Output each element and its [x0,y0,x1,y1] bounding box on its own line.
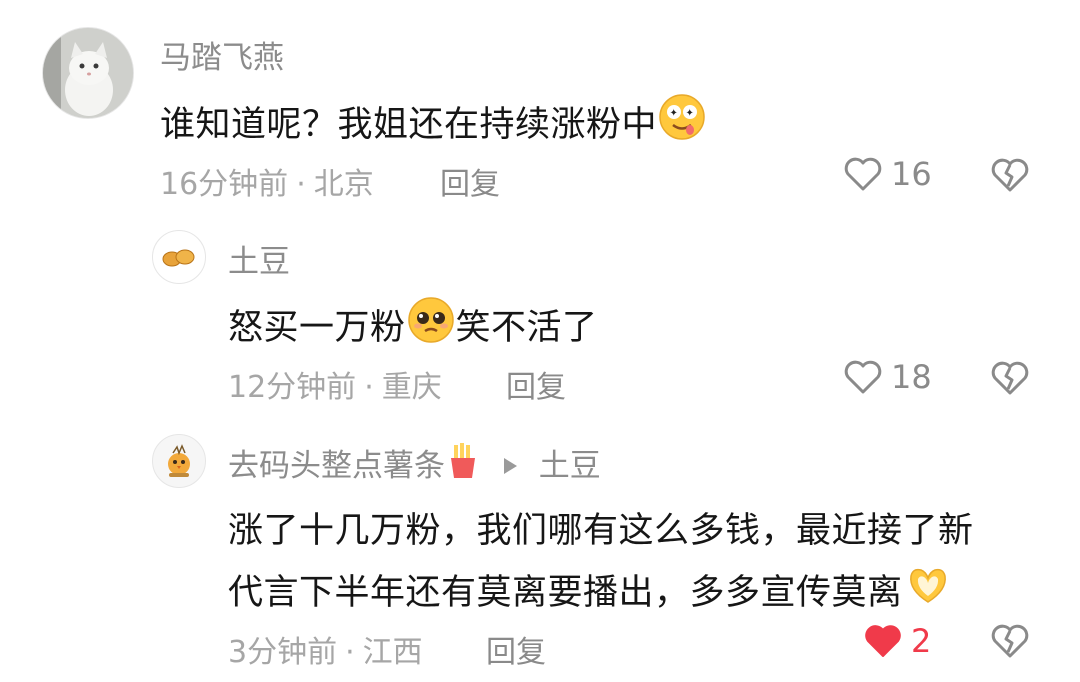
comment-1-reply-button[interactable]: 回复 [440,159,500,203]
meta-separator: · [296,167,306,202]
comment-1-text: 谁知道呢？我姐还在持续涨粉中 ✦ ✦ [160,92,707,147]
svg-text:✦: ✦ [670,108,679,119]
french-fries-icon [451,443,475,478]
comment-3-dislike-button[interactable] [990,622,1030,664]
meta-separator: · [364,370,374,405]
comment-3-reply-to[interactable]: 土豆 [539,448,601,484]
comment-3-text-line1: 涨了十几万粉，我们哪有这么多钱，最近接了新 [228,511,974,551]
comment-2-meta: 12分钟前 · 重庆 [228,362,442,406]
comment-3-username-row: 去码头整点薯条 土豆 [228,440,601,485]
comment-3-reply-button[interactable]: 回复 [486,627,546,671]
meta-separator: · [345,635,355,670]
comment-1-dislike-button[interactable] [990,156,1030,198]
comment-2-text-before: 怒买一万粉 [228,308,406,348]
comment-3-like-count: 2 [911,622,932,660]
comment-1-like-button[interactable]: 16 [843,155,932,193]
comment-2-like-count: 18 [891,358,932,396]
comment-3-location: 江西 [362,635,423,670]
comment-3-like-button[interactable]: 2 [863,622,931,660]
comment-2-like-button[interactable]: 18 [843,358,932,396]
avatar-cat[interactable] [42,27,134,119]
comment-1-time: 16分钟前 [160,167,289,202]
potato-icon [162,249,195,267]
comment-2-dislike-button[interactable] [990,359,1030,401]
heart-outline-icon [844,360,882,394]
comment-2-username[interactable]: 土豆 [228,236,290,281]
comment-2-text-after: 笑不活了 [455,308,598,348]
comment-1-meta: 16分钟前 · 北京 [160,159,374,203]
chick-cartoon-icon [168,444,190,477]
heart-filled-icon [865,625,901,657]
avatar-potato[interactable] [152,230,206,284]
heart-outline-icon [844,157,882,191]
broken-heart-icon [991,361,1029,395]
drooling-star-eyes-emoji-icon: ✦ ✦ [659,94,705,140]
comment-3-time: 3分钟前 [228,635,338,670]
comment-3-text-line2-body: 代言下半年还有莫离要播出，多多宣传莫离 [228,573,903,613]
comment-3-text-line2: 代言下半年还有莫离要播出，多多宣传莫离 [228,560,953,615]
comment-2-text: 怒买一万粉 笑不活了 [228,295,598,350]
avatar-chick[interactable] [152,434,206,488]
comment-2-reply-button[interactable]: 回复 [506,362,566,406]
heart-hands-emoji-icon [909,568,946,603]
svg-text:✦: ✦ [686,108,695,119]
broken-heart-icon [991,624,1029,658]
pleading-emoji-icon [407,297,454,343]
comment-1-text-body: 谁知道呢？我姐还在持续涨粉中 [160,105,658,145]
comment-1-location: 北京 [313,167,374,202]
comment-3-username[interactable]: 去码头整点薯条 [228,448,445,484]
comment-1-like-count: 16 [891,155,932,193]
triangle-right-icon [503,458,517,474]
comment-2-time: 12分钟前 [228,370,357,405]
comment-3-meta: 3分钟前 · 江西 [228,627,423,671]
broken-heart-icon [991,158,1029,192]
comment-1-username[interactable]: 马踏飞燕 [160,32,284,77]
cat-photo-icon [43,28,133,118]
comment-2-location: 重庆 [381,370,442,405]
